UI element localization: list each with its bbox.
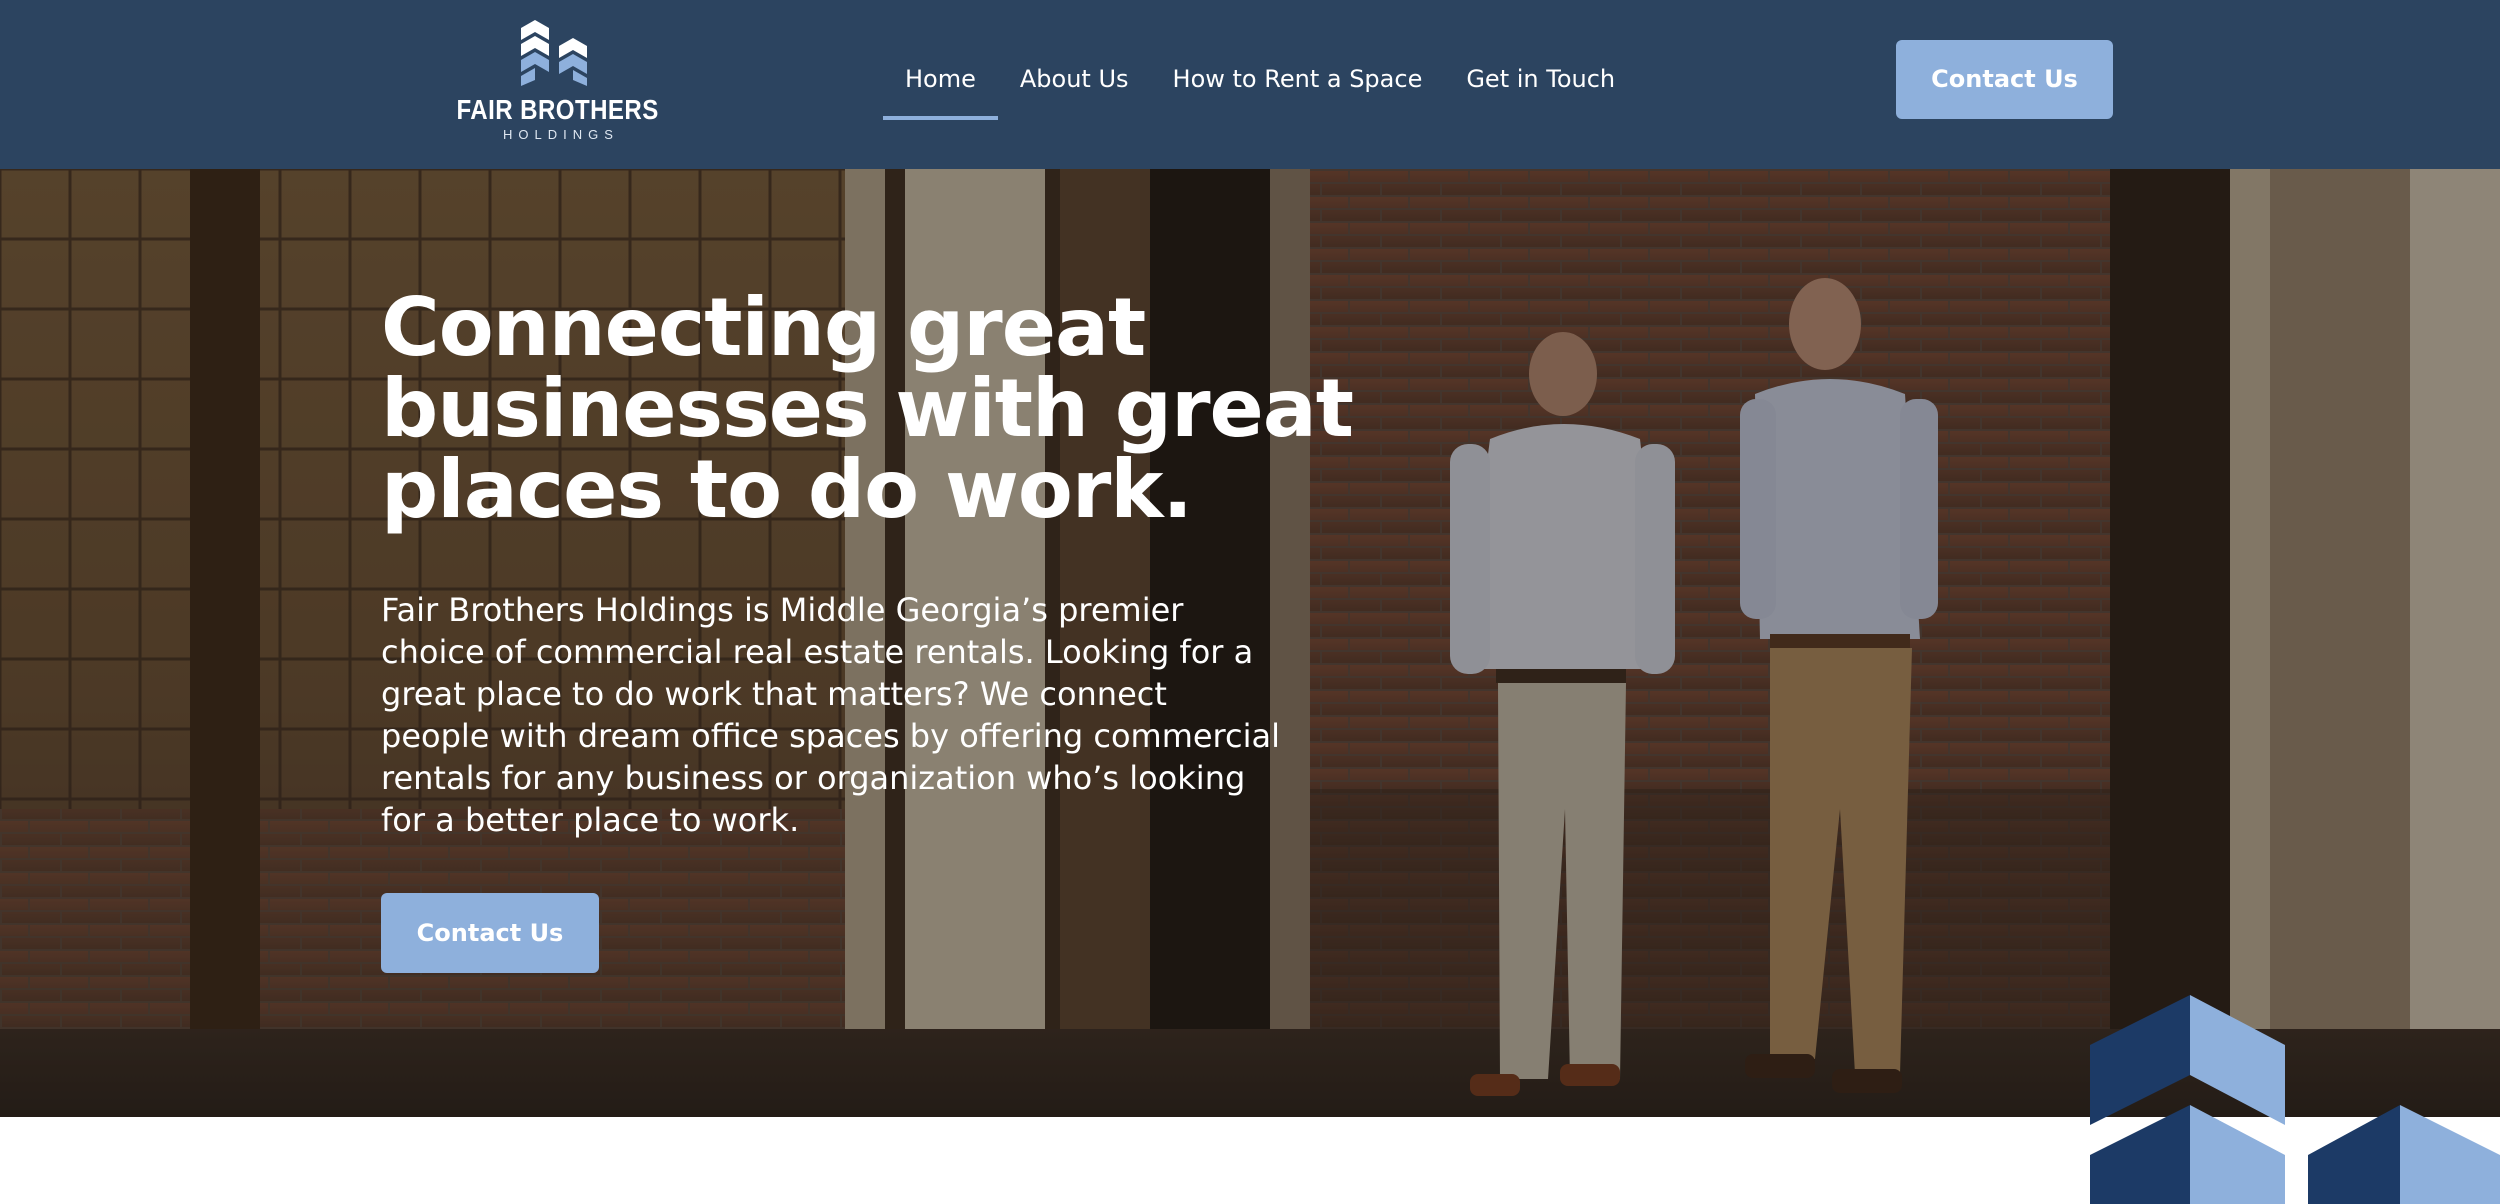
- hero-contact-button[interactable]: Contact Us: [381, 893, 599, 973]
- nav-item-get-in-touch[interactable]: Get in Touch: [1444, 40, 1637, 120]
- hero-description: Fair Brothers Holdings is Middle Georgia…: [381, 591, 1280, 839]
- nav-item-how-to-rent[interactable]: How to Rent a Space: [1151, 40, 1445, 120]
- main-nav: Home About Us How to Rent a Space Get in…: [883, 40, 1637, 120]
- header-contact-button[interactable]: Contact Us: [1896, 40, 2113, 119]
- hero-section: Connecting great businesses with great p…: [0, 169, 2500, 1117]
- logo-subtitle: HOLDINGS: [503, 127, 619, 142]
- nav-item-home[interactable]: Home: [883, 40, 998, 120]
- site-header: FAIR BROTHERS HOLDINGS Home About Us How…: [0, 0, 2500, 169]
- hero-heading: Connecting great businesses with great p…: [381, 281, 1354, 536]
- building-chevrons-logo-icon: [521, 20, 587, 86]
- brand-chevrons-decoration-icon: [2090, 995, 2500, 1204]
- nav-item-about-us[interactable]: About Us: [998, 40, 1151, 120]
- logo-title: FAIR BROTHERS: [456, 94, 660, 125]
- site-logo[interactable]: FAIR BROTHERS HOLDINGS: [457, 18, 659, 146]
